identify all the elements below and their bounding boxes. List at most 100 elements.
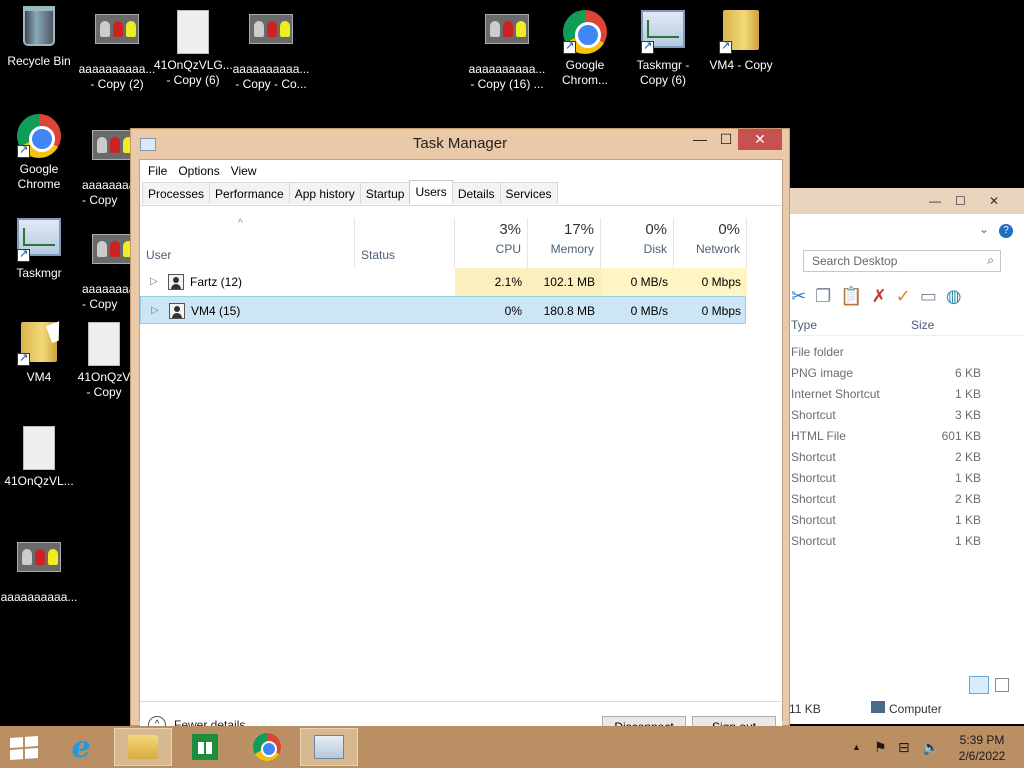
column-size[interactable]: Size bbox=[911, 318, 934, 332]
tab-details[interactable]: Details bbox=[451, 182, 501, 204]
task-manager-client: File Options View Processes Performance … bbox=[139, 159, 783, 751]
folder-icon bbox=[719, 10, 763, 54]
list-item[interactable]: Shortcut 3 KB bbox=[791, 408, 981, 429]
search-input[interactable]: Search Desktop ⌕ bbox=[803, 250, 1001, 272]
explorer-titlebar[interactable]: — ☐ ✕ bbox=[789, 188, 1024, 214]
column-network[interactable]: 0% Network bbox=[674, 218, 747, 268]
column-cpu[interactable]: 3% CPU bbox=[455, 218, 528, 268]
file-type: Internet Shortcut bbox=[791, 387, 880, 401]
desktop-icon-among-us-copy-copy[interactable]: aaaaaaaaaa... - Copy - Co... bbox=[232, 6, 310, 92]
shortcut-arrow-icon bbox=[17, 351, 30, 366]
desktop-icon-among-us[interactable]: aaaaaaaaaa... bbox=[0, 534, 78, 605]
list-item[interactable]: Shortcut 2 KB bbox=[791, 450, 981, 471]
tab-users[interactable]: Users bbox=[409, 180, 453, 204]
tab-services[interactable]: Services bbox=[499, 182, 558, 204]
tab-startup[interactable]: Startup bbox=[359, 182, 411, 204]
column-disk[interactable]: 0% Disk bbox=[601, 218, 674, 268]
tab-performance[interactable]: Performance bbox=[209, 182, 290, 204]
list-item[interactable]: Shortcut 2 KB bbox=[791, 492, 981, 513]
desktop-icon-image[interactable]: 41OnQzVL... bbox=[0, 422, 78, 489]
table-row-selected[interactable]: ▷ VM4 (15) 0% 180.8 MB 0 MB/s 0 Mbps bbox=[140, 296, 746, 324]
minimize-button[interactable]: — bbox=[688, 129, 712, 150]
close-icon[interactable]: ✕ bbox=[989, 194, 999, 208]
desktop-icon-among-us-copy-16[interactable]: aaaaaaaaaa... - Copy (16) ... bbox=[468, 6, 546, 92]
chevron-down-icon[interactable]: ⌄ bbox=[979, 222, 989, 236]
list-item[interactable]: Internet Shortcut 1 KB bbox=[791, 387, 981, 408]
cut-icon[interactable]: ✂ bbox=[791, 286, 806, 307]
taskbar-chrome[interactable] bbox=[238, 728, 296, 766]
maximize-button[interactable]: ☐ bbox=[714, 129, 738, 150]
desktop-icon-image-copy-6[interactable]: 41OnQzVLG... - Copy (6) bbox=[154, 6, 233, 88]
clock[interactable]: 5:39 PM 2/6/2022 bbox=[952, 732, 1012, 764]
file-type: File folder bbox=[791, 345, 844, 359]
list-item[interactable]: Shortcut 1 KB bbox=[791, 513, 981, 534]
globe-icon[interactable]: ◍ bbox=[946, 286, 962, 307]
list-item[interactable]: File folder bbox=[791, 345, 981, 366]
list-item[interactable]: Shortcut 1 KB bbox=[791, 471, 981, 492]
tab-app-history[interactable]: App history bbox=[288, 182, 361, 204]
expand-chevron-icon[interactable]: ▷ bbox=[150, 268, 158, 295]
column-memory[interactable]: 17% Memory bbox=[528, 218, 601, 268]
desktop-icon-google-chrome-copy[interactable]: Google Chrom... bbox=[546, 6, 624, 88]
expand-chevron-icon[interactable]: ▷ bbox=[151, 297, 159, 324]
close-button[interactable]: ✕ bbox=[738, 129, 782, 150]
delete-icon[interactable]: ✗ bbox=[872, 286, 887, 307]
show-hidden-icons-icon[interactable]: ▲ bbox=[852, 726, 861, 768]
list-item[interactable]: Shortcut 1 KB bbox=[791, 534, 981, 555]
task-manager-titlebar[interactable]: Task Manager — ☐ ✕ bbox=[131, 129, 789, 159]
task-manager-icon bbox=[314, 735, 344, 759]
desktop-icon-among-us-copy-b[interactable]: aaaaaaaa - Copy bbox=[76, 226, 132, 312]
file-size: 2 KB bbox=[954, 450, 981, 464]
file-size: 1 KB bbox=[954, 471, 981, 485]
start-button[interactable] bbox=[10, 736, 38, 760]
desktop-icon-taskmgr[interactable]: Taskmgr bbox=[0, 214, 78, 281]
large-icons-view-icon[interactable] bbox=[995, 678, 1009, 692]
image-file-icon bbox=[17, 426, 61, 470]
column-status-cell[interactable] bbox=[355, 218, 455, 268]
explorer-window[interactable]: — ☐ ✕ ⌄ ? Search Desktop ⌕ ✂ ❐ 📋 ✗ ✓ ▭ ◍… bbox=[788, 188, 1024, 724]
list-item[interactable]: PNG image 6 KB bbox=[791, 366, 981, 387]
column-user-divider bbox=[140, 218, 355, 268]
menu-options[interactable]: Options bbox=[176, 164, 228, 178]
rename-icon[interactable]: ▭ bbox=[920, 286, 937, 307]
menu-view[interactable]: View bbox=[229, 164, 266, 178]
tab-processes[interactable]: Processes bbox=[142, 182, 211, 204]
task-manager-icon bbox=[140, 138, 156, 151]
taskbar-task-manager[interactable] bbox=[300, 728, 358, 766]
list-item[interactable]: HTML File 601 KB bbox=[791, 429, 981, 450]
among-us-image-icon bbox=[92, 130, 132, 174]
maximize-icon[interactable]: ☐ bbox=[955, 194, 966, 208]
help-icon[interactable]: ? bbox=[999, 224, 1013, 238]
table-row[interactable]: ▷ Fartz (12) 2.1% 102.1 MB 0 MB/s 0 Mbps bbox=[140, 268, 747, 296]
taskbar-file-explorer[interactable] bbox=[114, 728, 172, 766]
disk-cell: 0 MB/s bbox=[601, 268, 674, 296]
paste-icon[interactable]: 📋 bbox=[840, 286, 862, 307]
file-type: Shortcut bbox=[791, 492, 836, 506]
minimize-icon[interactable]: — bbox=[929, 194, 941, 208]
desktop-icon-google-chrome[interactable]: Google Chrome bbox=[0, 110, 78, 192]
store-icon bbox=[192, 734, 218, 760]
action-center-flag-icon[interactable]: ⚑ bbox=[874, 726, 887, 768]
volume-icon[interactable]: 🔈 bbox=[922, 726, 939, 768]
desktop-icon-recycle-bin[interactable]: Recycle Bin bbox=[0, 2, 78, 69]
desktop-icon-vm4-copy[interactable]: VM4 - Copy bbox=[702, 6, 780, 73]
desktop-icon-among-us-copy-2[interactable]: aaaaaaaaaa... - Copy (2) bbox=[78, 6, 156, 92]
taskbar-store[interactable] bbox=[176, 728, 234, 766]
task-manager-window[interactable]: Task Manager — ☐ ✕ File Options View Pro… bbox=[130, 128, 790, 751]
file-size: 1 KB bbox=[954, 387, 981, 401]
details-view-icon[interactable] bbox=[969, 676, 989, 694]
desktop-icon-taskmgr-copy-6[interactable]: Taskmgr - Copy (6) bbox=[624, 6, 702, 88]
explorer-toolbar: ✂ ❐ 📋 ✗ ✓ ▭ ◍ bbox=[789, 282, 1024, 310]
column-type[interactable]: Type bbox=[791, 318, 817, 332]
desktop-icon-vm4[interactable]: VM4 bbox=[0, 318, 78, 385]
among-us-image-icon bbox=[92, 234, 132, 278]
chrome-icon bbox=[17, 114, 61, 158]
menu-file[interactable]: File bbox=[146, 164, 176, 178]
network-cell: 0 Mbps bbox=[674, 268, 747, 296]
properties-check-icon[interactable]: ✓ bbox=[896, 286, 911, 307]
network-icon[interactable]: ⊟ bbox=[898, 726, 910, 768]
desktop-icon-among-us-copy-a[interactable]: aaaaaaaa - Copy bbox=[76, 122, 132, 208]
copy-icon[interactable]: ❐ bbox=[815, 286, 831, 307]
taskbar-internet-explorer[interactable]: e bbox=[52, 728, 110, 766]
desktop-icon-image-copy[interactable]: 41OnQzV - Copy bbox=[76, 318, 132, 400]
